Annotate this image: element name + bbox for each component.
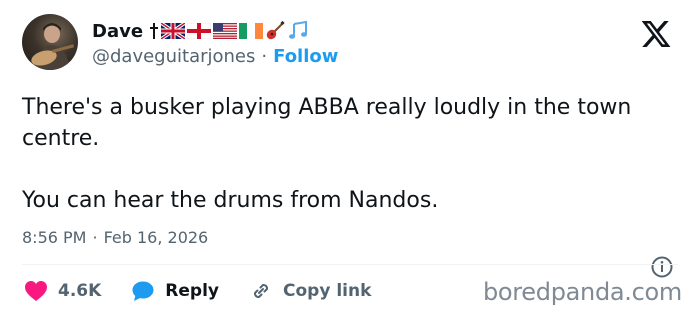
reply-label: Reply <box>165 281 219 301</box>
timestamp-separator: · <box>92 228 98 247</box>
tweet-paragraph: You can hear the drums from Nandos. <box>22 188 439 213</box>
info-icon[interactable] <box>650 255 674 279</box>
tweet-date: Feb 16, 2026 <box>103 228 209 247</box>
copy-link-label: Copy link <box>283 281 372 301</box>
handle[interactable]: @daveguitarjones <box>92 46 255 67</box>
copy-link-button[interactable]: Copy link <box>249 279 371 303</box>
timestamp[interactable]: 8:56 PM · Feb 16, 2026 <box>22 228 208 247</box>
avatar[interactable] <box>22 14 78 70</box>
author-handle-row: @daveguitarjones · Follow <box>92 46 338 67</box>
us-flag-icon <box>213 23 238 39</box>
guitar-icon <box>266 21 285 40</box>
divider <box>22 264 678 265</box>
handle-separator: · <box>261 46 268 67</box>
heart-icon <box>25 281 47 301</box>
dagger-icon <box>150 23 159 39</box>
name-emoji-group <box>149 21 309 41</box>
tweet-card: Dave @daveguitarjones · Follow There's a… <box>0 0 700 318</box>
link-icon <box>253 283 269 299</box>
england-flag-icon <box>187 23 212 39</box>
display-name[interactable]: Dave <box>92 21 143 42</box>
watermark: boredpanda.com <box>482 278 682 306</box>
follow-button[interactable]: Follow <box>273 46 338 67</box>
reply-button[interactable]: Reply <box>131 280 219 302</box>
like-button[interactable]: 4.6K <box>24 280 101 302</box>
music-notes-icon <box>289 21 308 39</box>
reply-bubble-icon <box>132 281 154 301</box>
tweet-time: 8:56 PM <box>22 228 87 247</box>
ireland-flag-icon <box>239 23 264 39</box>
tweet-text: There's a busker playing ABBA really lou… <box>22 92 682 216</box>
like-count: 4.6K <box>58 281 102 301</box>
tweet-paragraph: There's a busker playing ABBA really lou… <box>22 95 632 151</box>
author-name-row: Dave <box>92 18 309 44</box>
action-bar: 4.6K Reply Copy link <box>24 276 401 306</box>
x-logo-icon[interactable] <box>640 18 672 50</box>
union-jack-flag-icon <box>161 23 186 39</box>
